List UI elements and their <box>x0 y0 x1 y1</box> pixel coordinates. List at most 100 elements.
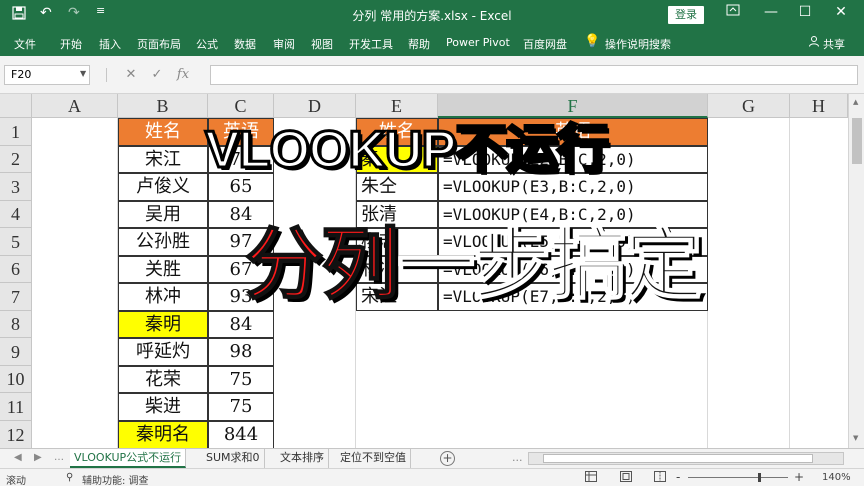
cell-c9[interactable]: 98 <box>208 338 274 366</box>
cell-b6[interactable]: 关胜 <box>118 256 208 283</box>
cancel-icon[interactable]: ✕ <box>118 67 144 82</box>
column-header-b[interactable]: B <box>118 94 208 118</box>
row-header-4[interactable]: 4 <box>0 201 32 228</box>
sheet-tab-text-sort[interactable]: 文本排序 <box>276 449 329 468</box>
cell-c11[interactable]: 75 <box>208 393 274 421</box>
tab-baidu-netdisk[interactable]: 百度网盘 <box>523 36 567 52</box>
ribbon-display-icon[interactable] <box>718 4 748 20</box>
scroll-up-icon[interactable]: ▲ <box>853 98 858 106</box>
cell-b12[interactable]: 秦明名 <box>118 421 208 448</box>
status-mode: 滚动 <box>6 476 26 487</box>
row-header-10[interactable]: 10 <box>0 366 32 393</box>
zoom-level[interactable]: 140% <box>822 472 851 483</box>
column-header-f[interactable]: F <box>438 94 708 118</box>
close-icon[interactable]: ✕ <box>826 4 856 20</box>
tab-help[interactable]: 帮助 <box>408 36 430 52</box>
row-header-3[interactable]: 3 <box>0 173 32 201</box>
row-header-12[interactable]: 12 <box>0 421 32 448</box>
sheet-tab-locate-blank[interactable]: 定位不到空值 <box>336 449 411 468</box>
tab-developer[interactable]: 开发工具 <box>349 36 393 52</box>
row-header-1[interactable]: 1 <box>0 118 32 146</box>
name-box[interactable]: F20 <box>4 65 90 85</box>
horizontal-scrollbar[interactable] <box>528 452 844 465</box>
tab-formulas[interactable]: 公式 <box>196 36 218 52</box>
ribbon-tabs: 文件 开始 插入 页面布局 公式 数据 审阅 视图 开发工具 帮助 Power … <box>0 30 864 56</box>
tab-view[interactable]: 视图 <box>311 36 333 52</box>
overlay-title-line1: VLOOKUP不运行 <box>203 121 611 179</box>
login-button[interactable]: 登录 <box>668 6 704 24</box>
row-header-8[interactable]: 8 <box>0 311 32 338</box>
select-all-corner[interactable] <box>0 94 32 118</box>
page-break-view-icon[interactable] <box>654 471 666 485</box>
cell-c10[interactable]: 75 <box>208 366 274 393</box>
zoom-out-button[interactable]: - <box>676 470 680 484</box>
column-header-h[interactable]: H <box>790 94 848 118</box>
column-a-cells[interactable] <box>32 118 118 448</box>
vertical-scroll-thumb[interactable] <box>852 118 862 164</box>
column-header-g[interactable]: G <box>708 94 790 118</box>
person-icon <box>808 35 820 50</box>
cell-b7[interactable]: 林冲 <box>118 283 208 311</box>
scroll-down-icon[interactable]: ▼ <box>853 434 858 442</box>
overlay-not-running-text: 不运行 <box>454 121 611 179</box>
overlay-one-step-text: 一步搞定 <box>396 220 704 310</box>
maximize-icon[interactable]: ☐ <box>790 4 820 20</box>
cell-b11[interactable]: 柴进 <box>118 393 208 421</box>
overlay-title-line2: 分列一步搞定 <box>244 225 704 305</box>
share-button[interactable]: 共享 <box>823 36 845 52</box>
tab-home[interactable]: 开始 <box>60 36 82 52</box>
tab-insert[interactable]: 插入 <box>99 36 121 52</box>
sheet-tab-sum[interactable]: SUM求和0 <box>202 449 265 468</box>
empty-cells-e-f[interactable] <box>356 311 708 448</box>
tell-me-search[interactable]: 操作说明搜索 <box>605 36 671 52</box>
insert-function-icon[interactable]: fx <box>170 67 196 82</box>
tab-file[interactable]: 文件 <box>14 36 36 52</box>
row-header-6[interactable]: 6 <box>0 256 32 283</box>
zoom-slider[interactable] <box>688 477 788 478</box>
column-header-c[interactable]: C <box>208 94 274 118</box>
next-sheet-icon[interactable]: ▶ <box>34 452 42 463</box>
page-layout-view-icon[interactable] <box>620 471 632 485</box>
tab-power-pivot[interactable]: Power Pivot <box>446 36 510 49</box>
formula-input[interactable] <box>210 65 858 85</box>
cell-b8[interactable]: 秦明 <box>118 311 208 338</box>
cell-c12[interactable]: 844 <box>208 421 274 448</box>
row-header-5[interactable]: 5 <box>0 228 32 256</box>
add-sheet-button[interactable]: + <box>440 451 455 466</box>
chevron-down-icon[interactable]: ▼ <box>80 69 86 78</box>
row-header-2[interactable]: 2 <box>0 146 32 173</box>
cell-b5[interactable]: 公孙胜 <box>118 228 208 256</box>
cell-b3[interactable]: 卢俊义 <box>118 173 208 201</box>
tab-data[interactable]: 数据 <box>234 36 256 52</box>
accessibility-icon: ⚲ <box>66 472 74 483</box>
normal-view-icon[interactable] <box>585 471 597 485</box>
cell-c8[interactable]: 84 <box>208 311 274 338</box>
cell-b1[interactable]: 姓名 <box>118 118 208 146</box>
cell-b10[interactable]: 花荣 <box>118 366 208 393</box>
column-header-a[interactable]: A <box>32 94 118 118</box>
sheet-tab-vlookup[interactable]: VLOOKUP公式不运行 <box>70 449 187 468</box>
vertical-scrollbar[interactable]: ▲ ▼ <box>848 94 864 448</box>
row-header-11[interactable]: 11 <box>0 393 32 421</box>
prev-sheet-icon[interactable]: ◀ <box>14 452 22 463</box>
lightbulb-icon: 💡 <box>584 34 601 49</box>
tab-page-layout[interactable]: 页面布局 <box>137 36 181 52</box>
tab-split-handle[interactable]: ... <box>512 451 523 464</box>
minimize-icon[interactable]: — <box>756 4 786 20</box>
horizontal-scroll-thumb[interactable] <box>543 454 813 463</box>
overlay-split-column-text: 分列 <box>244 220 400 310</box>
column-header-d[interactable]: D <box>274 94 356 118</box>
accessibility-status[interactable]: 辅助功能: 调查 <box>82 472 149 487</box>
sheet-nav-more-icon[interactable]: … <box>54 452 64 463</box>
zoom-slider-handle[interactable] <box>758 473 761 482</box>
cell-b2[interactable]: 宋江 <box>118 146 208 173</box>
cell-b4[interactable]: 吴用 <box>118 201 208 228</box>
row-header-9[interactable]: 9 <box>0 338 32 366</box>
cell-b9[interactable]: 呼延灼 <box>118 338 208 366</box>
column-g-cells[interactable] <box>708 118 790 448</box>
enter-icon[interactable]: ✓ <box>144 67 170 82</box>
zoom-in-button[interactable]: + <box>794 470 804 484</box>
column-header-e[interactable]: E <box>356 94 438 118</box>
row-header-7[interactable]: 7 <box>0 283 32 311</box>
tab-review[interactable]: 审阅 <box>273 36 295 52</box>
